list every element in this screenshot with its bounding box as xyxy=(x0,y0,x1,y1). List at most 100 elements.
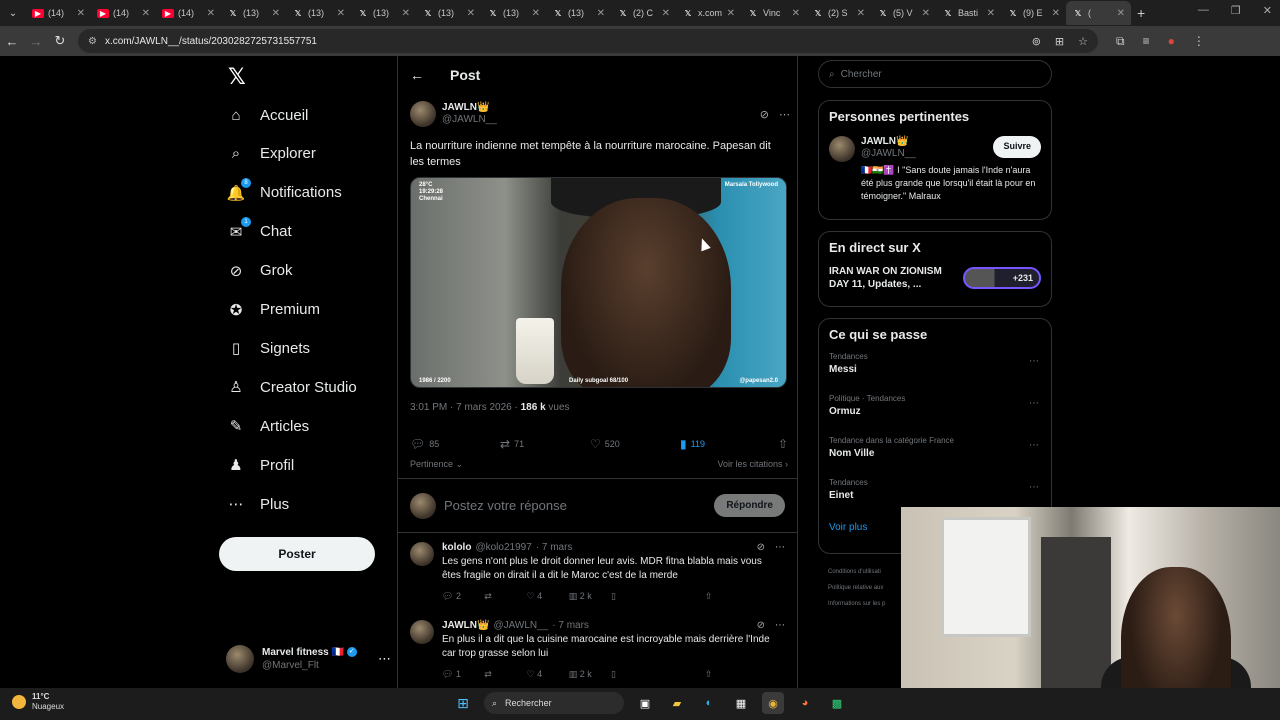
search-input[interactable]: ⌕ Chercher xyxy=(818,60,1052,88)
maximize-icon[interactable]: ❐ xyxy=(1231,4,1241,17)
browser-tab[interactable]: 𝕏 (13) ✕ xyxy=(481,1,546,25)
more-icon[interactable]: ⋯ xyxy=(1029,440,1039,451)
file-explorer-icon[interactable]: ▰ xyxy=(666,692,688,714)
tab-search-chevron-icon[interactable]: ⌄ xyxy=(0,8,26,19)
star-icon[interactable]: ☆ xyxy=(1078,35,1088,48)
reply-author-handle[interactable]: @JAWLN__ xyxy=(493,620,548,631)
reply-time[interactable]: · 7 mars xyxy=(552,620,589,631)
reply-item[interactable]: kololo @kolo21997 · 7 mars ⊘ ⋯ Les gens n'ont… xyxy=(398,542,797,602)
back-arrow-icon[interactable]: ← xyxy=(410,67,424,83)
reply-author-name[interactable]: JAWLN👑 xyxy=(442,620,489,631)
more-icon[interactable]: ⋯ xyxy=(1029,482,1039,493)
tweet-video[interactable]: 28°C 19:29:28 Chennai Marsala Tollywood … xyxy=(410,177,787,388)
avatar[interactable] xyxy=(410,620,434,644)
minimize-icon[interactable]: — xyxy=(1198,4,1209,17)
browser-tab[interactable]: 𝕏 (13) ✕ xyxy=(351,1,416,25)
browser-tab[interactable]: 𝕏x.com ✕ xyxy=(676,1,741,25)
close-tab-icon[interactable]: ✕ xyxy=(662,8,670,19)
account-switcher[interactable]: Marvel fitness 🇫🇷 ✓ @Marvel_Flt ⋯ xyxy=(226,643,391,675)
post-button[interactable]: Poster xyxy=(219,537,375,571)
more-icon[interactable]: ⋯ xyxy=(1029,356,1039,367)
password-icon[interactable]: ⊚ xyxy=(1032,35,1041,48)
nav-item-accueil[interactable]: ⌂ Accueil xyxy=(226,100,308,130)
relevant-person-name[interactable]: JAWLN👑 xyxy=(861,136,916,148)
nav-item-creator-studio[interactable]: ♙ Creator Studio xyxy=(226,372,356,402)
close-tab-icon[interactable]: ✕ xyxy=(402,8,410,19)
close-tab-icon[interactable]: ✕ xyxy=(77,8,85,19)
nav-item-grok[interactable]: ⊘ Grok xyxy=(226,256,293,286)
share-icon[interactable]: ⇧ xyxy=(705,591,785,602)
like-button[interactable]: ♡ 4 xyxy=(527,669,569,680)
bookmark-icon[interactable]: ▯ xyxy=(611,591,691,602)
store-icon[interactable]: ▦ xyxy=(730,692,752,714)
reply-author-name[interactable]: kololo xyxy=(442,542,471,553)
repost-button[interactable]: ⇄ xyxy=(484,669,526,680)
close-tab-icon[interactable]: ✕ xyxy=(1117,8,1125,19)
more-icon[interactable]: ⋯ xyxy=(775,620,785,631)
app-icon[interactable]: ▩ xyxy=(826,692,848,714)
more-icon[interactable]: ⋯ xyxy=(1029,398,1039,409)
close-tab-icon[interactable]: ✕ xyxy=(922,8,930,19)
nav-item-articles[interactable]: ✎ Articles xyxy=(226,411,309,441)
weather-widget[interactable]: 11°C Nuageux xyxy=(12,692,64,712)
nav-item-notifications[interactable]: 🔔 8 Notifications xyxy=(226,177,342,208)
close-tab-icon[interactable]: ✕ xyxy=(467,8,475,19)
bookmark-button[interactable]: ▮ 119 xyxy=(680,437,770,451)
close-tab-icon[interactable]: ✕ xyxy=(207,8,215,19)
browser-tab[interactable]: ▶ (14) ✕ xyxy=(91,1,156,25)
avatar[interactable] xyxy=(829,136,855,162)
browser-tab[interactable]: 𝕏 (9) E ✕ xyxy=(1001,1,1066,25)
forward-icon[interactable]: → xyxy=(24,34,48,49)
browser-tab[interactable]: 𝕏 (13) ✕ xyxy=(546,1,611,25)
browser-tab[interactable]: ▶ (14) ✕ xyxy=(26,1,91,25)
author-name[interactable]: JAWLN👑 xyxy=(442,102,497,114)
close-tab-icon[interactable]: ✕ xyxy=(337,8,345,19)
browser-tab[interactable]: 𝕏 (13) ✕ xyxy=(221,1,286,25)
repost-button[interactable]: ⇄ xyxy=(484,591,526,602)
reload-icon[interactable]: ↻ xyxy=(48,33,72,49)
avatar[interactable] xyxy=(410,101,436,127)
browser-tab[interactable]: 𝕏 (13) ✕ xyxy=(286,1,351,25)
tweet-timestamp[interactable]: 3:01 PM · 7 mars 2026 · xyxy=(410,402,521,413)
close-tab-icon[interactable]: ✕ xyxy=(272,8,280,19)
more-icon[interactable]: ⋯ xyxy=(775,542,785,553)
grok-icon[interactable]: ⊘ xyxy=(757,620,765,631)
close-tab-icon[interactable]: ✕ xyxy=(727,8,735,19)
view-quotes-link[interactable]: Voir les citations › xyxy=(717,459,788,470)
footer-link[interactable]: Conditions d'utilisati xyxy=(828,564,885,580)
close-window-icon[interactable]: ✕ xyxy=(1263,4,1272,17)
reply-item[interactable]: JAWLN👑 @JAWLN__ · 7 mars ⊘ ⋯ En plus il a dit… xyxy=(398,620,797,680)
taskbar-search[interactable]: ⌕ Rechercher xyxy=(484,692,624,714)
close-tab-icon[interactable]: ✕ xyxy=(532,8,540,19)
browser-tab[interactable]: 𝕏 (13) ✕ xyxy=(416,1,481,25)
more-icon[interactable]: ⋯ xyxy=(378,651,391,667)
reply-button[interactable]: 💬︎ 2 xyxy=(442,591,484,602)
start-icon[interactable]: ⊞ xyxy=(452,692,474,714)
address-bar[interactable]: ⚙ x.com/JAWLN__/status/20302827257315577… xyxy=(78,29,1098,53)
views-button[interactable]: ▥ 2 k xyxy=(569,591,611,602)
nav-item-chat[interactable]: ✉ 1 Chat xyxy=(226,216,292,247)
chrome-icon[interactable]: ◉ xyxy=(762,692,784,714)
repost-button[interactable]: ⇄ 71 xyxy=(500,437,590,451)
share-icon[interactable]: ⇧ xyxy=(778,437,788,451)
reply-author-handle[interactable]: @kolo21997 xyxy=(475,542,531,553)
firefox-icon[interactable]: ◕ xyxy=(794,692,816,714)
site-info-icon[interactable]: ⚙ xyxy=(88,36,97,47)
browser-tab[interactable]: 𝕏 (2) S ✕ xyxy=(806,1,871,25)
browser-tab[interactable]: 𝕏 (5) V ✕ xyxy=(871,1,936,25)
live-item[interactable]: IRAN WAR ON ZIONISM DAY 11, Updates, ...… xyxy=(829,265,1041,291)
trend-item[interactable]: Tendances Messi ⋯ xyxy=(829,352,1041,384)
browser-tab[interactable]: 𝕏 Basti ✕ xyxy=(936,1,1001,25)
x-logo-icon[interactable]: 𝕏 xyxy=(228,64,246,90)
close-tab-icon[interactable]: ✕ xyxy=(597,8,605,19)
relevance-dropdown[interactable]: Pertinence ⌄ xyxy=(410,459,463,470)
like-button[interactable]: ♡ 520 xyxy=(590,437,680,451)
like-button[interactable]: ♡ 4 xyxy=(527,591,569,602)
browser-tab[interactable]: ▶ (14) ✕ xyxy=(156,1,221,25)
nav-item-signets[interactable]: ▯ Signets xyxy=(226,333,310,363)
browser-tab[interactable]: 𝕏 (2) C ✕ xyxy=(611,1,676,25)
close-tab-icon[interactable]: ✕ xyxy=(142,8,150,19)
browser-tab[interactable]: 𝕏 Vinc ✕ xyxy=(741,1,806,25)
footer-link[interactable]: Informations sur les p xyxy=(828,596,885,612)
trend-item[interactable]: Tendances Einet ⋯ xyxy=(829,478,1041,510)
